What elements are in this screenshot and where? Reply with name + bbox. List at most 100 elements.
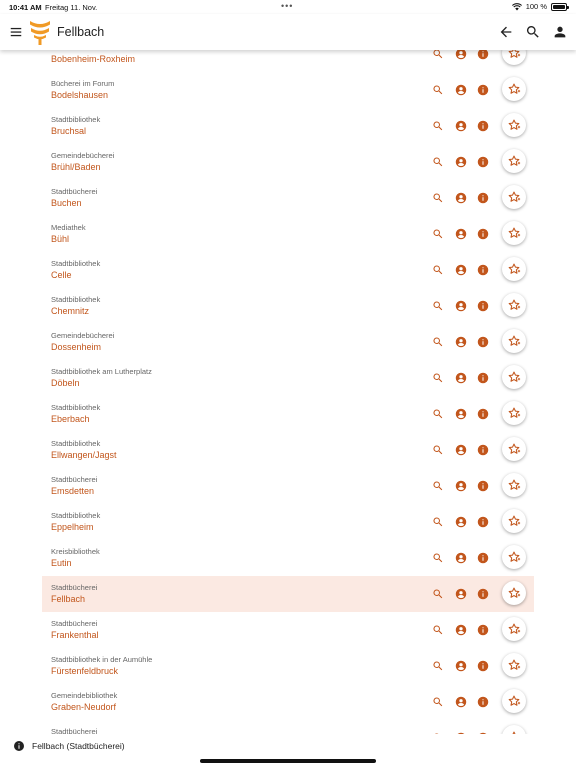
search-catalog-icon[interactable] [432,228,444,240]
add-favorite-button[interactable] [502,545,526,569]
account-circle-icon[interactable] [455,84,467,96]
account-circle-icon[interactable] [455,120,467,132]
list-item[interactable]: Stadtbücherei Emsdetten [42,468,534,504]
search-catalog-icon[interactable] [432,480,444,492]
info-icon[interactable] [477,516,489,528]
search-catalog-icon[interactable] [432,300,444,312]
search-catalog-icon[interactable] [432,84,444,96]
info-icon[interactable] [477,300,489,312]
list-item[interactable]: Bücherei im Forum Bodelshausen [42,72,534,108]
account-circle-icon[interactable] [455,228,467,240]
search-catalog-icon[interactable] [432,588,444,600]
info-icon[interactable] [477,480,489,492]
search-catalog-icon[interactable] [432,192,444,204]
info-icon[interactable] [477,228,489,240]
search-catalog-icon[interactable] [432,624,444,636]
search-catalog-icon[interactable] [432,264,444,276]
list-item[interactable]: Stadtbibliothek in der Aumühle Fürstenfe… [42,648,534,684]
info-icon[interactable] [477,120,489,132]
list-item[interactable]: Bobenheim-Roxheim [42,50,534,72]
list-item[interactable]: Mediathek Bühl [42,216,534,252]
list-item[interactable]: Stadtbibliothek Ellwangen/Jagst [42,432,534,468]
info-icon[interactable] [477,50,489,60]
add-favorite-button[interactable] [502,77,526,101]
info-icon[interactable] [477,444,489,456]
add-favorite-button[interactable] [502,221,526,245]
home-indicator[interactable] [200,759,376,763]
info-icon[interactable] [477,552,489,564]
add-favorite-button[interactable] [502,365,526,389]
account-circle-icon[interactable] [455,588,467,600]
search-catalog-icon[interactable] [432,660,444,672]
add-favorite-button[interactable] [502,149,526,173]
search-catalog-icon[interactable] [432,408,444,420]
list-item[interactable]: Stadtbücherei Buchen [42,180,534,216]
info-icon[interactable] [477,192,489,204]
add-favorite-button[interactable] [502,50,526,65]
list-item[interactable]: Stadtbibliothek Chemnitz [42,288,534,324]
search-catalog-icon[interactable] [432,120,444,132]
list-item[interactable]: Stadtbibliothek am Lutherplatz Döbeln [42,360,534,396]
menu-icon[interactable] [9,25,23,39]
search-catalog-icon[interactable] [432,372,444,384]
list-item[interactable]: Stadtbibliothek Eppelheim [42,504,534,540]
account-circle-icon[interactable] [455,480,467,492]
account-circle-icon[interactable] [455,552,467,564]
add-favorite-button[interactable] [502,509,526,533]
account-circle-icon[interactable] [455,516,467,528]
list-item[interactable]: Kreisbibliothek Eutin [42,540,534,576]
add-favorite-button[interactable] [502,725,526,734]
search-icon[interactable] [525,24,541,40]
account-circle-icon[interactable] [455,696,467,708]
list-item[interactable]: Stadtbibliothek Bruchsal [42,108,534,144]
account-circle-icon[interactable] [455,156,467,168]
search-catalog-icon[interactable] [432,50,444,60]
arrow-back-icon[interactable] [498,24,514,40]
info-icon[interactable] [477,372,489,384]
add-favorite-button[interactable] [502,401,526,425]
library-list[interactable]: Bobenheim-Roxheim Bücherei im Forum Bode… [0,50,576,734]
account-circle-icon[interactable] [455,264,467,276]
list-item[interactable]: Stadtbibliothek Celle [42,252,534,288]
account-circle-icon[interactable] [455,408,467,420]
add-favorite-button[interactable] [502,185,526,209]
info-icon[interactable] [477,336,489,348]
list-item[interactable]: Stadtbücherei Haan [42,720,534,734]
add-favorite-button[interactable] [502,257,526,281]
account-icon[interactable] [552,24,568,40]
add-favorite-button[interactable] [502,653,526,677]
add-favorite-button[interactable] [502,689,526,713]
search-catalog-icon[interactable] [432,444,444,456]
account-circle-icon[interactable] [455,192,467,204]
add-favorite-button[interactable] [502,617,526,641]
list-item[interactable]: Gemeindebibliothek Graben-Neudorf [42,684,534,720]
add-favorite-button[interactable] [502,473,526,497]
list-item[interactable]: Stadtbücherei Fellbach [42,576,534,612]
list-item[interactable]: Stadtbücherei Frankenthal [42,612,534,648]
add-favorite-button[interactable] [502,437,526,461]
info-icon[interactable] [477,264,489,276]
info-icon[interactable] [477,660,489,672]
search-catalog-icon[interactable] [432,552,444,564]
multitasking-dots-icon[interactable]: ••• [281,1,293,11]
add-favorite-button[interactable] [502,113,526,137]
add-favorite-button[interactable] [502,581,526,605]
add-favorite-button[interactable] [502,329,526,353]
account-circle-icon[interactable] [455,372,467,384]
search-catalog-icon[interactable] [432,156,444,168]
info-icon[interactable] [477,84,489,96]
list-item[interactable]: Gemeindebücherei Brühl/Baden [42,144,534,180]
account-circle-icon[interactable] [455,444,467,456]
info-icon[interactable] [477,624,489,636]
search-catalog-icon[interactable] [432,516,444,528]
account-circle-icon[interactable] [455,300,467,312]
account-circle-icon[interactable] [455,336,467,348]
info-icon[interactable] [477,696,489,708]
list-item[interactable]: Gemeindebücherei Dossenheim [42,324,534,360]
search-catalog-icon[interactable] [432,696,444,708]
info-icon[interactable] [477,408,489,420]
account-circle-icon[interactable] [455,50,467,60]
account-circle-icon[interactable] [455,624,467,636]
info-icon[interactable] [477,588,489,600]
add-favorite-button[interactable] [502,293,526,317]
